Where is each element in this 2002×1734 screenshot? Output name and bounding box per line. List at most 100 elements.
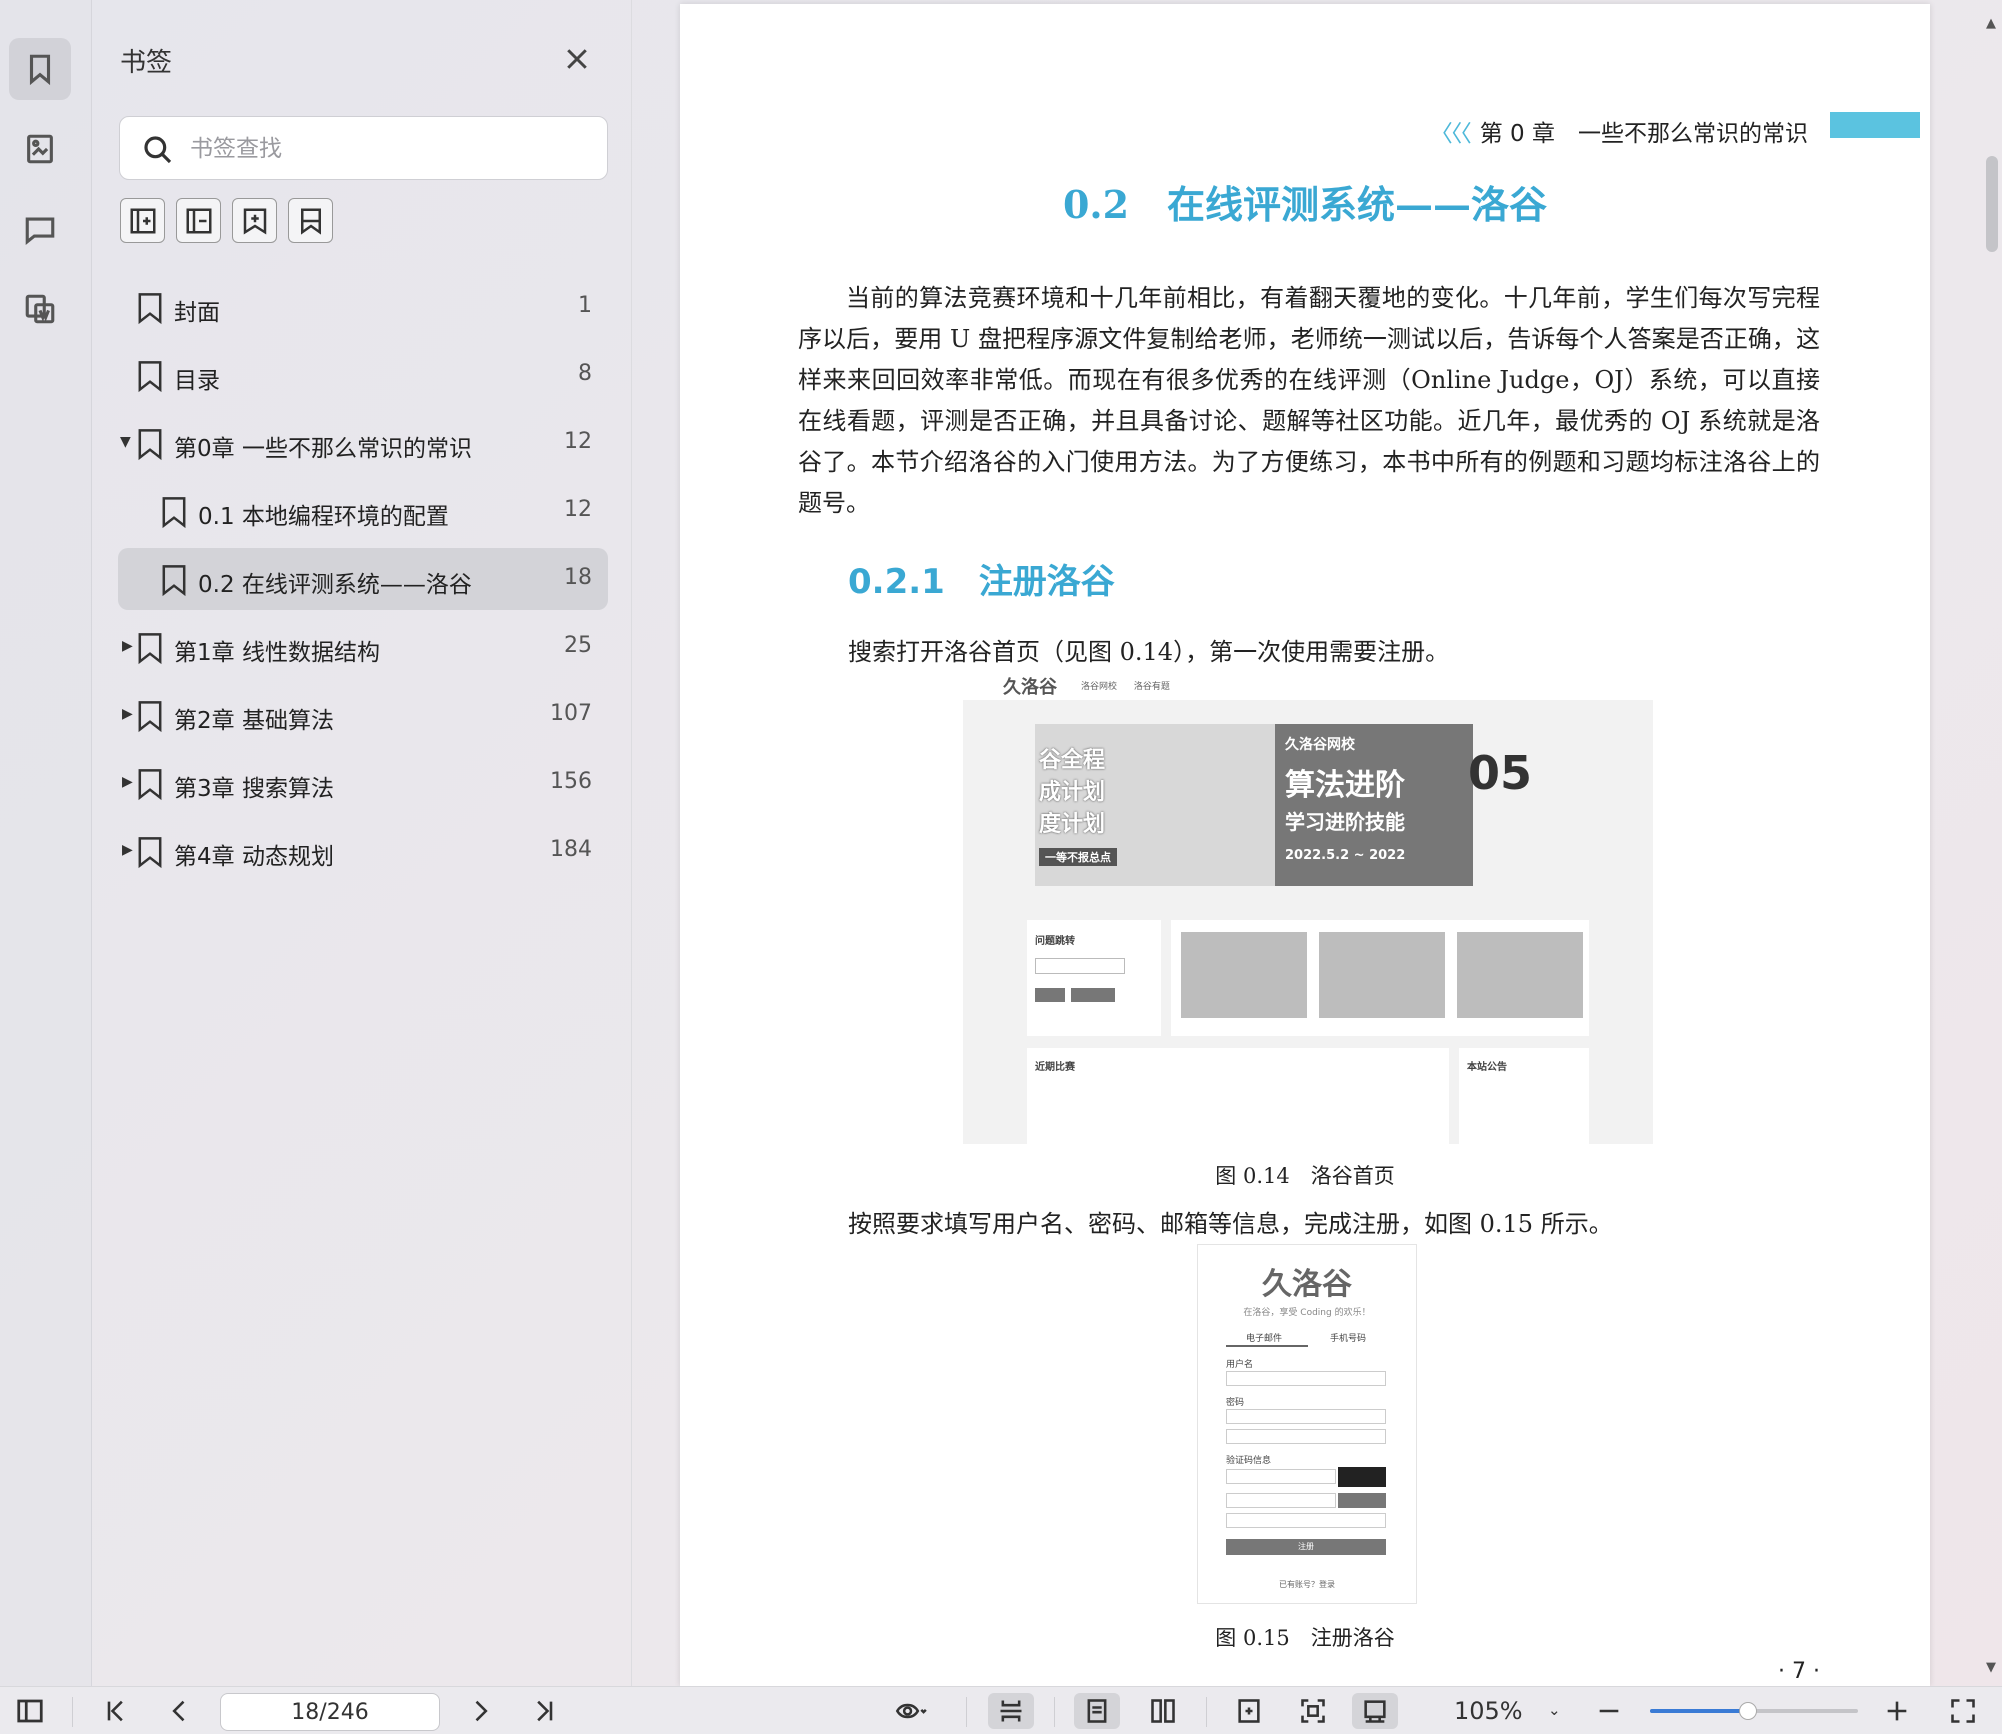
fig-banner-right: 久洛谷网校 算法进阶 学习进阶技能 2022.5.2 ~ 2022	[1275, 724, 1473, 886]
expanded-arrow-icon[interactable]: ▼	[120, 434, 131, 450]
separator	[72, 1697, 73, 1727]
collapse-all-button[interactable]	[176, 198, 221, 243]
icon-rail	[0, 0, 92, 1686]
fig-input	[1226, 1493, 1336, 1508]
first-page-button[interactable]	[98, 1693, 134, 1729]
zoom-level[interactable]: 105%	[1454, 1697, 1523, 1725]
thumbnails-panel-button[interactable]	[9, 118, 71, 180]
add-bookmark-icon	[243, 208, 266, 235]
fig-button	[1071, 988, 1115, 1002]
actual-size-button[interactable]	[1352, 1693, 1398, 1729]
bookmark-current-button[interactable]	[288, 198, 333, 243]
bookmark-icon	[136, 631, 164, 665]
panel-title: 书签	[120, 48, 173, 78]
collapsed-arrow-icon[interactable]: ▶	[122, 638, 133, 654]
zoom-slider[interactable]	[1650, 1702, 1858, 1720]
expand-all-icon	[130, 208, 155, 233]
collapse-all-icon	[186, 208, 211, 233]
fig-banner-text: 一等不报总点	[1039, 848, 1117, 866]
fullscreen-button[interactable]	[1944, 1693, 1982, 1729]
bookmark-page: 1	[578, 293, 592, 318]
bookmark-search-input[interactable]	[190, 129, 590, 169]
collapsed-arrow-icon[interactable]: ▶	[122, 706, 133, 722]
bookmark-item-ch3[interactable]: ▶ 第3章 搜索算法 156	[118, 752, 608, 814]
next-page-button[interactable]	[462, 1693, 498, 1729]
subsection-title: 0.2.1 注册洛谷	[848, 562, 1115, 602]
bookmark-icon	[136, 291, 164, 325]
continuous-scroll-button[interactable]	[988, 1693, 1034, 1729]
sidebar-icon	[17, 1699, 43, 1723]
bookmarks-panel: 书签 封面 1 目录 8 ▼	[92, 0, 632, 1686]
two-page-icon	[1151, 1699, 1175, 1723]
bookmark-item-ch2[interactable]: ▶ 第2章 基础算法 107	[118, 684, 608, 746]
bookmark-item-ch0[interactable]: ▼ 第0章 一些不那么常识的常识 12	[118, 412, 608, 474]
page-number-input[interactable]	[220, 1693, 440, 1731]
collapsed-arrow-icon[interactable]: ▶	[122, 774, 133, 790]
single-page-icon	[1087, 1699, 1107, 1723]
two-page-button[interactable]	[1140, 1693, 1186, 1729]
fig-banner-left: 谷全程 成计划 度计划 一等不报总点	[1035, 724, 1275, 886]
zoom-out-button[interactable]	[1590, 1693, 1628, 1729]
bookmarks-panel-button[interactable]	[9, 38, 71, 100]
fig-register-button: 注册	[1226, 1539, 1386, 1555]
comments-panel-button[interactable]	[9, 198, 71, 260]
fig-send-code	[1338, 1493, 1386, 1508]
fig-input	[1226, 1429, 1386, 1444]
zoom-in-button[interactable]	[1878, 1693, 1916, 1729]
bookmark-item-toc[interactable]: 目录 8	[118, 344, 608, 406]
plus-icon	[1887, 1701, 1907, 1721]
vertical-scrollbar[interactable]: ▲ ▼	[1982, 0, 2002, 1686]
fit-width-button[interactable]	[1226, 1693, 1272, 1729]
fig-label: 密码	[1226, 1398, 1245, 1408]
bookmark-item-ch1[interactable]: ▶ 第1章 线性数据结构 25	[118, 616, 608, 678]
bookmark-icon	[136, 835, 164, 869]
chevron-left-icon	[172, 1700, 185, 1722]
bookmark-item-cover[interactable]: 封面 1	[118, 276, 608, 338]
scroll-thumb[interactable]	[1986, 156, 1998, 252]
bookmark-icon	[160, 563, 188, 597]
continuous-scroll-icon	[1000, 1700, 1022, 1722]
search-icon	[144, 136, 172, 164]
last-page-icon	[537, 1700, 553, 1722]
view-mode-button[interactable]	[878, 1693, 944, 1729]
bookmark-item-0-1[interactable]: 0.1 本地编程环境的配置 12	[118, 480, 608, 542]
body-line-2: 按照要求填写用户名、密码、邮箱等信息，完成注册，如图 0.15 所示。	[848, 1210, 1613, 1238]
fig-contests-card: 近期比赛	[1027, 1048, 1449, 1144]
bookmark-icon	[136, 427, 164, 461]
bookmark-icon	[136, 767, 164, 801]
bookmark-outline-icon	[300, 208, 321, 235]
attachments-panel-button[interactable]	[9, 278, 71, 340]
zoom-slider-fill	[1650, 1709, 1748, 1713]
fig-tab-phone: 手机号码	[1330, 1334, 1367, 1344]
bookmark-label: 0.1 本地编程环境的配置	[198, 504, 449, 530]
fig-logo: 久洛谷	[1262, 1267, 1352, 1302]
prev-page-button[interactable]	[162, 1693, 198, 1729]
scroll-up-icon[interactable]: ▲	[1986, 16, 1996, 31]
scroll-down-icon[interactable]: ▼	[1986, 1660, 1996, 1675]
fit-page-button[interactable]	[1290, 1693, 1336, 1729]
document-page: 〈〈〈第 0 章 一些不那么常识的常识 0.2 在线评测系统——洛谷 当前的算法…	[680, 4, 1930, 1686]
fig-footer: 已有账号？登录	[1279, 1580, 1335, 1589]
fig-nav: 洛谷网校 洛谷有题	[1081, 682, 1170, 692]
bookmark-item-0-2[interactable]: 0.2 在线评测系统——洛谷 18	[118, 548, 608, 610]
bookmark-label: 第4章 动态规划	[174, 844, 334, 870]
fig-navbar: 久洛谷 洛谷网校 洛谷有题	[963, 670, 1653, 700]
zoom-slider-knob[interactable]	[1738, 1702, 1757, 1720]
fig-banner-text: 算法进阶	[1285, 768, 1405, 803]
fig-date: 05	[1468, 746, 1533, 800]
single-page-button[interactable]	[1074, 1693, 1120, 1729]
close-panel-button[interactable]	[562, 44, 592, 74]
expand-all-button[interactable]	[120, 198, 165, 243]
separator	[1206, 1697, 1207, 1727]
bookmark-page: 12	[564, 429, 592, 454]
first-page-icon	[107, 1700, 123, 1722]
fig-label: 用户名	[1226, 1360, 1254, 1370]
zoom-dropdown-icon[interactable]: ⌄	[1548, 1701, 1561, 1719]
bookmark-page: 184	[550, 837, 592, 862]
last-page-button[interactable]	[526, 1693, 562, 1729]
minus-icon	[1599, 1709, 1619, 1713]
collapsed-arrow-icon[interactable]: ▶	[122, 842, 133, 858]
toggle-sidebar-button[interactable]	[12, 1693, 48, 1729]
bookmark-item-ch4[interactable]: ▶ 第4章 动态规划 184	[118, 820, 608, 882]
add-bookmark-button[interactable]	[232, 198, 277, 243]
